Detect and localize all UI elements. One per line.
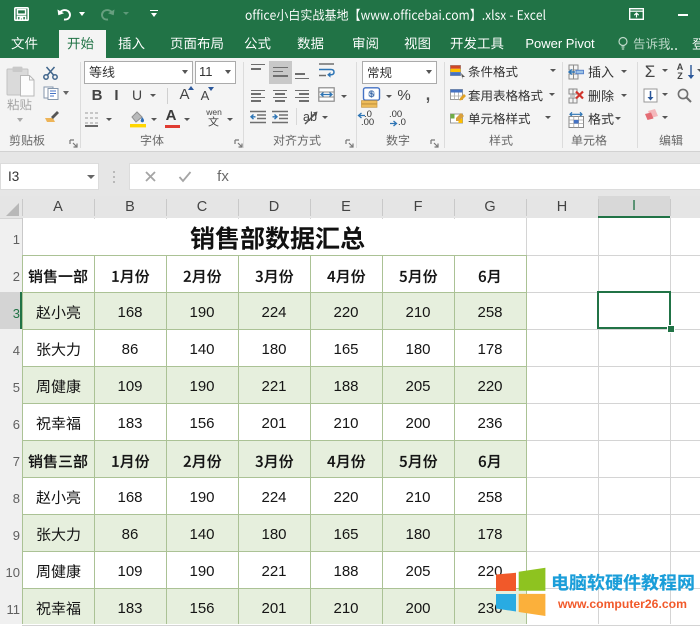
svg-text:$: $ — [369, 89, 374, 99]
